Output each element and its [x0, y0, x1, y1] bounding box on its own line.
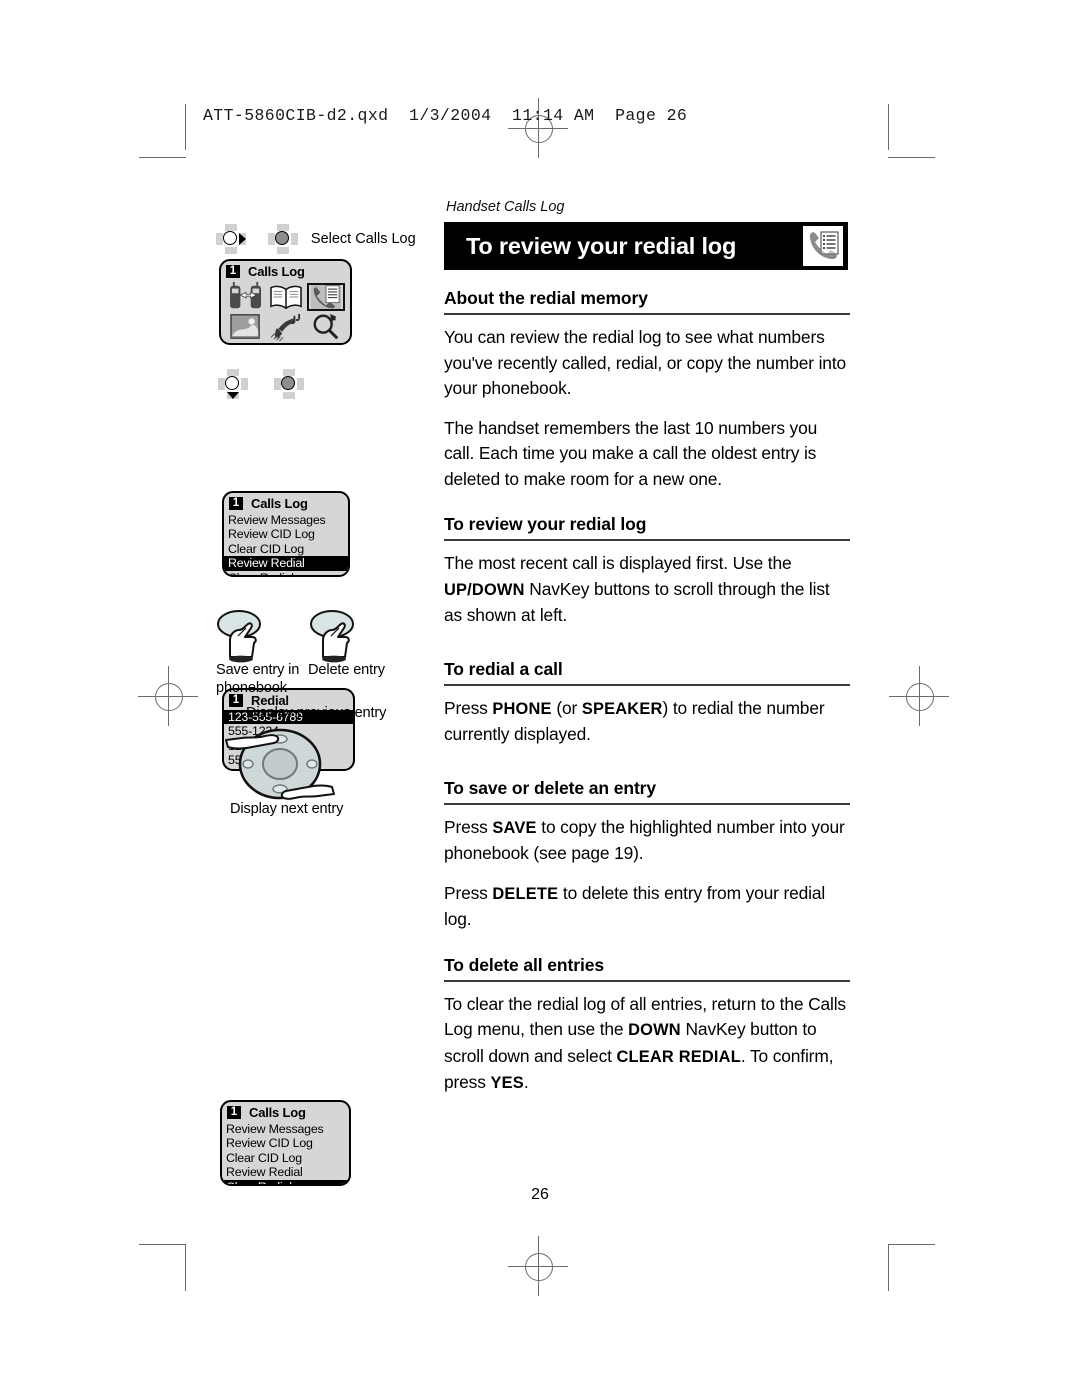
section-heading: To redial a call [444, 658, 563, 679]
key-name-save: SAVE [492, 818, 537, 837]
menu-item[interactable]: Review Messages [224, 513, 348, 527]
heading-rule [444, 539, 850, 541]
section-heading: To delete all entries [444, 954, 604, 975]
screen-title: Calls Log [248, 264, 305, 279]
section-paragraph: Press SAVE to copy the highlighted numbe… [444, 816, 845, 864]
line-indicator: 1 [227, 1106, 241, 1119]
step1-navkey-row: Select Calls Log [216, 224, 416, 254]
crop-mark-top-right-h [888, 157, 935, 159]
menu-list: Review Messages Review CID Log Clear CID… [222, 1122, 349, 1184]
navkey-down-icon [218, 369, 248, 399]
line-indicator: 1 [229, 497, 243, 510]
line-indicator: 1 [226, 265, 240, 278]
navwheel-top-caption: Display previous entry [246, 705, 387, 721]
heading-rule [444, 683, 850, 686]
step2-navkey-row [218, 369, 305, 399]
key-name-phone: PHONE [492, 699, 552, 718]
crop-mark-top-right-v [888, 104, 890, 150]
registration-mark-left [138, 666, 198, 726]
step1-navkey-label: Select Calls Log [310, 231, 416, 247]
navkey-select-icon [268, 224, 299, 254]
menu-item[interactable]: Review CID Log [222, 1136, 349, 1150]
menu-item[interactable]: Clear CID Log [224, 542, 348, 556]
section-paragraph: The handset remembers the last 10 number… [444, 417, 818, 489]
menu-item[interactable]: Review Messages [222, 1122, 349, 1136]
key-name-speaker: SPEAKER [581, 699, 663, 718]
settings-icon [306, 312, 346, 342]
crop-mark-bottom-right-h [888, 1244, 935, 1246]
menu-item-selected[interactable]: Review Redial [224, 556, 348, 571]
crop-mark-top-left-v [185, 104, 187, 150]
page-title: To review your redial log [466, 233, 737, 259]
navkey-wheel-icon [222, 722, 342, 809]
hand-save-caption: Save entry in phonebook [216, 662, 300, 696]
key-name-clear-redial: CLEAR REDIAL [616, 1047, 741, 1066]
section-heading: About the redial memory [444, 288, 648, 308]
section-heading: To save or delete an entry [444, 777, 657, 798]
key-name-updown: UP/DOWN [444, 580, 525, 599]
phone-list-icon [803, 226, 843, 266]
step4-screen: 1 Calls Log Review Messages Review CID L… [220, 1100, 351, 1186]
registration-mark-bottom [508, 1236, 568, 1296]
phonebook-icon [266, 282, 306, 312]
section-paragraph: Press PHONE (or SPEAKER) to redial the n… [444, 697, 825, 745]
hand-delete-caption: Delete entry [308, 662, 385, 678]
ringer-icon [266, 312, 306, 342]
quark-file-header: ATT-5860CIB-d2.qxd 1/3/2004 11:14 AM Pag… [203, 106, 688, 125]
key-name-down: DOWN [628, 1021, 681, 1039]
screensaver-icon [226, 312, 266, 342]
key-name-yes: YES [490, 1074, 524, 1092]
screen-title: Calls Log [249, 1105, 306, 1120]
section-paragraph: Press DELETE to delete this entry from y… [444, 882, 826, 930]
page-number: 26 [531, 1186, 549, 1203]
heading-rule [444, 802, 850, 805]
intercom-icon [226, 282, 266, 312]
screen-title: Calls Log [251, 496, 308, 511]
screen-header: 1 Calls Log [224, 493, 348, 513]
step2-screen: 1 Calls Log Review Messages Review CID L… [222, 491, 350, 577]
section-paragraph: The most recent call is displayed first.… [444, 553, 830, 625]
running-head: Handset Calls Log [446, 199, 565, 215]
navkey-right-icon [216, 224, 246, 254]
heading-rule [444, 979, 850, 982]
step1-screen: 1 Calls Log [219, 259, 352, 345]
screen-header: 1 Calls Log [222, 1102, 349, 1122]
navkey-select-icon [274, 369, 305, 399]
crop-mark-bottom-right-v [888, 1245, 890, 1291]
crop-mark-top-left-h [139, 157, 186, 159]
menu-list: Review Messages Review CID Log Clear CID… [224, 513, 348, 575]
page-title-bar: To review your redial log [444, 222, 848, 270]
menu-item[interactable]: Review Redial [222, 1165, 349, 1179]
calls-log-icon [306, 282, 346, 312]
section-paragraph: You can review the redial log to see wha… [444, 327, 847, 398]
screen-header: 1 Calls Log [221, 261, 350, 281]
menu-item[interactable]: Clear Redial [224, 571, 348, 575]
heading-rule [444, 313, 850, 315]
menu-item[interactable]: Review CID Log [224, 527, 348, 541]
section-heading: To review your redial log [444, 514, 647, 534]
key-name-delete: DELETE [492, 884, 559, 903]
menu-item[interactable]: Clear CID Log [222, 1151, 349, 1165]
crop-mark-bottom-left-h [139, 1244, 186, 1246]
crop-mark-bottom-left-v [185, 1245, 187, 1291]
navwheel-bottom-caption: Display next entry [230, 801, 344, 817]
section-paragraph: To clear the redial log of all entries, … [444, 993, 846, 1093]
registration-mark-right [889, 666, 949, 726]
